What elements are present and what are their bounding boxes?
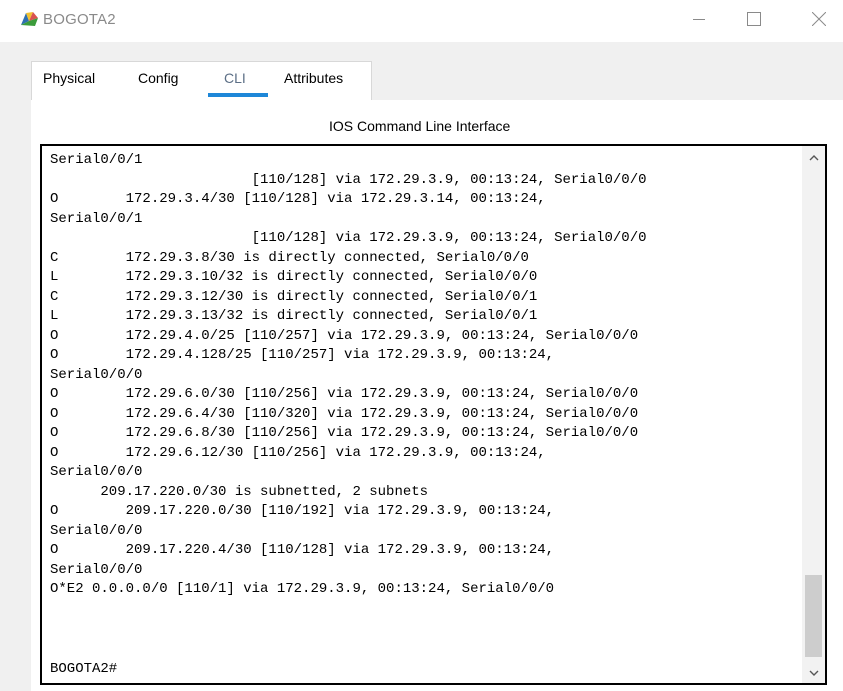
maximize-icon xyxy=(747,11,761,31)
packet-tracer-router-icon xyxy=(18,10,40,28)
terminal-line: O 172.29.6.0/30 [110/256] via 172.29.3.9… xyxy=(50,386,639,402)
terminal-line: O 172.29.4.128/25 [110/257] via 172.29.3… xyxy=(50,347,555,363)
scroll-down-button[interactable] xyxy=(802,661,825,683)
terminal-line: O 172.29.6.12/30 [110/256] via 172.29.3.… xyxy=(50,444,546,461)
tab-physical[interactable]: Physical xyxy=(43,70,95,86)
tab-attributes[interactable]: Attributes xyxy=(284,70,343,86)
terminal-line: C 172.29.3.12/30 is directly connected, … xyxy=(50,288,538,305)
terminal-line: O 172.29.6.8/30 [110/256] via 172.29.3.9… xyxy=(50,425,639,441)
minimize-icon xyxy=(693,12,705,30)
title-bar: BOGOTA2 xyxy=(0,0,843,42)
terminal-line: O 172.29.6.4/30 [110/320] via 172.29.3.9… xyxy=(50,405,639,422)
terminal-line: O 209.17.220.4/30 [110/128] via 172.29.3… xyxy=(50,542,555,558)
close-button[interactable] xyxy=(796,0,842,42)
cli-heading: IOS Command Line Interface xyxy=(329,118,511,134)
terminal-line: O 209.17.220.0/30 [110/192] via 172.29.3… xyxy=(50,503,555,519)
window-title: BOGOTA2 xyxy=(43,11,116,28)
tab-config[interactable]: Config xyxy=(138,70,178,86)
terminal-line: [110/128] via 172.29.3.9, 00:13:24, Seri… xyxy=(50,230,647,246)
chevron-down-icon xyxy=(809,663,819,681)
terminal-line: Serial0/0/0 xyxy=(50,522,143,539)
cli-terminal[interactable]: Serial0/0/1 [110/128] via 172.29.3.9, 00… xyxy=(40,144,827,685)
terminal-line: Serial0/0/1 xyxy=(50,152,143,168)
active-tab-indicator xyxy=(208,93,268,97)
scroll-up-button[interactable] xyxy=(802,146,825,168)
terminal-line: Serial0/0/0 xyxy=(50,464,143,480)
terminal-scrollbar[interactable] xyxy=(802,146,825,683)
terminal-line: O 172.29.3.4/30 [110/128] via 172.29.3.1… xyxy=(50,191,546,207)
chevron-up-icon xyxy=(809,148,819,166)
terminal-line: Serial0/0/0 xyxy=(50,561,143,578)
terminal-line: L 172.29.3.10/32 is directly connected, … xyxy=(50,269,538,285)
terminal-line: 209.17.220.0/30 is subnetted, 2 subnets xyxy=(50,483,429,500)
tab-cli[interactable]: CLI xyxy=(224,70,246,86)
terminal-line: O 172.29.4.0/25 [110/257] via 172.29.3.9… xyxy=(50,327,639,344)
scroll-thumb[interactable] xyxy=(805,575,822,657)
terminal-output: Serial0/0/1 [110/128] via 172.29.3.9, 00… xyxy=(50,151,800,600)
terminal-line: [110/128] via 172.29.3.9, 00:13:24, Seri… xyxy=(50,171,647,188)
close-icon xyxy=(811,11,827,31)
terminal-line: Serial0/0/0 xyxy=(50,366,143,383)
terminal-line: C 172.29.3.8/30 is directly connected, S… xyxy=(50,249,529,266)
maximize-button[interactable] xyxy=(731,0,777,42)
cli-prompt[interactable]: BOGOTA2# xyxy=(50,661,117,677)
terminal-line: Serial0/0/1 xyxy=(50,210,143,227)
terminal-line: O*E2 0.0.0.0/0 [110/1] via 172.29.3.9, 0… xyxy=(50,581,555,597)
minimize-button[interactable] xyxy=(676,0,722,42)
terminal-line: L 172.29.3.13/32 is directly connected, … xyxy=(50,308,538,324)
